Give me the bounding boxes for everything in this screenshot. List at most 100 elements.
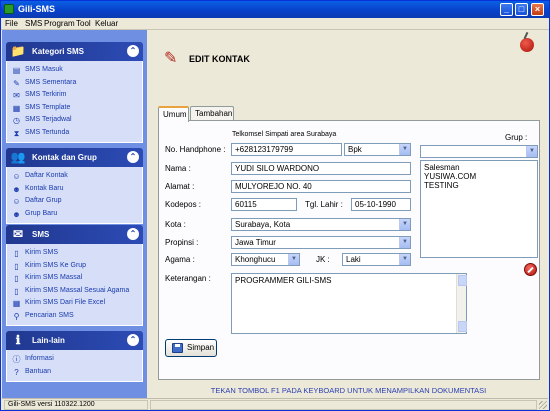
pin-icon xyxy=(520,38,534,52)
search-icon: ⚲ xyxy=(13,311,20,321)
city-select[interactable]: Surabaya, Kota ▼ xyxy=(231,218,411,231)
notes-field[interactable]: PROGRAMMER GILI-SMS xyxy=(231,273,467,334)
sidebar-item-informasi[interactable]: ⓘ Informasi xyxy=(7,353,142,366)
notes-scrollbar[interactable] xyxy=(456,274,467,333)
panel-header[interactable]: 📁 Kategori SMS ⌃ xyxy=(6,42,143,61)
tab-tambahan[interactable]: Tambahan xyxy=(190,106,234,121)
phone-field[interactable]: +628123179799 xyxy=(231,143,342,156)
edit-contact-icon: ✎ xyxy=(164,50,178,67)
sidebar-item-kirim-sms-excel[interactable]: ▦ Kirim SMS Dari File Excel xyxy=(7,297,142,310)
close-button[interactable]: × xyxy=(531,3,544,16)
menu-file[interactable]: File xyxy=(5,19,18,28)
maximize-button[interactable]: □ xyxy=(515,3,528,16)
sidebar-item-label: SMS Template xyxy=(25,103,71,111)
new-group-icon: ☻ xyxy=(12,209,21,219)
group-list[interactable]: Salesman YUSIWA.COM TESTING xyxy=(420,160,538,258)
collapse-icon[interactable]: ⌃ xyxy=(127,45,139,57)
birthdate-field[interactable]: 05-10-1990 xyxy=(351,198,411,211)
panel-header[interactable]: ✉ SMS ⌃ xyxy=(6,225,143,244)
send-icon: ▯ xyxy=(14,249,19,258)
birthdate-label: Tgl. Lahir : xyxy=(305,200,343,209)
panel-kategori-sms: 📁 Kategori SMS ⌃ ▤ SMS Masuk ✎ SMS Sementa… xyxy=(6,42,143,143)
sidebar-item-kontak-baru[interactable]: ☻ Kontak Baru xyxy=(7,183,142,196)
gender-select[interactable]: Laki ▼ xyxy=(342,253,411,266)
main-content: ✎ EDIT KONTAK Umum Tambahan Telkomsel Si… xyxy=(149,30,548,398)
religion-select-value: Khonghucu xyxy=(235,255,276,264)
sidebar-item-label: Kirim SMS xyxy=(25,249,59,256)
province-select[interactable]: Jawa Timur ▼ xyxy=(231,236,411,249)
menu-tool[interactable]: Tool xyxy=(76,19,91,28)
list-item[interactable]: TESTING xyxy=(424,181,534,190)
list-item[interactable]: Salesman xyxy=(424,163,534,172)
window-title: Gili-SMS xyxy=(18,4,56,14)
menu-keluar[interactable]: Keluar xyxy=(95,19,118,28)
title-bar[interactable]: Gili-SMS _ □ × xyxy=(1,1,549,18)
panel-header[interactable]: ℹ Lain-lain ⌃ xyxy=(6,331,143,350)
resize-grip[interactable] xyxy=(539,401,547,409)
chevron-down-icon[interactable]: ▼ xyxy=(399,254,410,265)
sidebar-item-sms-sementara[interactable]: ✎ SMS Sementara xyxy=(7,77,142,90)
folder-icon: 📁 xyxy=(10,44,26,58)
collapse-icon[interactable]: ⌃ xyxy=(127,228,139,240)
name-field[interactable]: YUDI SILO WARDONO xyxy=(231,162,411,175)
chevron-down-icon[interactable]: ▼ xyxy=(399,237,410,248)
status-bar: Gili-SMS versi 110322.1200 xyxy=(2,398,548,410)
send-mass-icon: ▯ xyxy=(14,274,19,283)
tab-umum[interactable]: Umum xyxy=(158,106,189,122)
panel-body: ⓘ Informasi ? Bantuan xyxy=(6,350,143,382)
new-contact-icon: ☻ xyxy=(12,184,21,194)
panel-header[interactable]: 👥 Kontak dan Grup ⌃ xyxy=(6,148,143,167)
sidebar-item-kirim-sms[interactable]: ▯ Kirim SMS xyxy=(7,247,142,260)
postal-field[interactable]: 60115 xyxy=(231,198,297,211)
sidebar-item-bantuan[interactable]: ? Bantuan xyxy=(7,366,142,379)
sidebar-item-sms-tertunda[interactable]: ⧗ SMS Tertunda xyxy=(7,127,142,140)
save-button[interactable]: Simpan xyxy=(165,339,217,357)
religion-select[interactable]: Khonghucu ▼ xyxy=(231,253,300,266)
page-title: EDIT KONTAK xyxy=(189,54,250,64)
disk-icon xyxy=(172,343,183,353)
menu-sms[interactable]: SMS xyxy=(25,19,42,28)
remove-group-button[interactable] xyxy=(524,263,537,276)
name-label: Nama : xyxy=(165,164,191,173)
province-label: Propinsi : xyxy=(165,238,199,247)
title-select[interactable]: Bpk ▼ xyxy=(344,143,411,156)
sidebar-item-kirim-sms-massal[interactable]: ▯ Kirim SMS Massal xyxy=(7,272,142,285)
sidebar-item-label: Bantuan xyxy=(25,367,52,375)
sidebar-item-label: Daftar Kontak xyxy=(25,172,68,179)
menu-bar: File SMS Program Tool Keluar xyxy=(1,18,549,30)
minimize-button[interactable]: _ xyxy=(500,3,513,16)
sidebar-item-sms-template[interactable]: ▦ SMS Template xyxy=(7,102,142,115)
help-icon: ? xyxy=(14,367,19,377)
sidebar-item-pencarian-sms[interactable]: ⚲ Pencarian SMS xyxy=(7,310,142,323)
phone-label: No. Handphone : xyxy=(165,145,226,154)
sidebar-item-sms-masuk[interactable]: ▤ SMS Masuk xyxy=(7,64,142,77)
sidebar-item-kirim-sms-agama[interactable]: ▯ Kirim SMS Massal Sesuai Agama xyxy=(7,285,142,298)
chevron-down-icon[interactable]: ▼ xyxy=(526,146,537,157)
panel-title: Kontak dan Grup xyxy=(32,153,97,162)
sidebar-item-kirim-sms-grup[interactable]: ▯ Kirim SMS Ke Grup xyxy=(7,260,142,273)
sidebar-item-label: Kirim SMS Massal Sesuai Agama xyxy=(25,286,130,294)
list-item[interactable]: YUSIWA.COM xyxy=(424,172,534,181)
sidebar-item-grup-baru[interactable]: ☻ Grup Baru xyxy=(7,208,142,221)
chevron-down-icon[interactable]: ▼ xyxy=(399,219,410,230)
sidebar-item-daftar-grup[interactable]: ☺ Daftar Grup xyxy=(7,195,142,208)
collapse-icon[interactable]: ⌃ xyxy=(127,151,139,163)
panel-body: ▤ SMS Masuk ✎ SMS Sementara ✉ SMS Terkirim … xyxy=(6,61,143,143)
contact-list-icon: ☺ xyxy=(12,172,21,181)
gender-select-value: Laki xyxy=(346,255,361,264)
group-select[interactable]: ▼ xyxy=(420,145,538,158)
address-field[interactable]: MULYOREJO NO. 40 xyxy=(231,180,411,193)
city-select-value: Surabaya, Kota xyxy=(235,220,291,229)
sidebar-item-sms-terjadwal[interactable]: ◷ SMS Terjadwal xyxy=(7,114,142,127)
pending-icon: ⧗ xyxy=(13,128,20,138)
collapse-icon[interactable]: ⌃ xyxy=(127,334,139,346)
envelope-icon: ✉ xyxy=(12,227,24,241)
notes-text: PROGRAMMER GILI-SMS xyxy=(235,276,332,285)
sidebar-item-daftar-kontak[interactable]: ☺ Daftar Kontak xyxy=(7,170,142,183)
sidebar-item-sms-terkirim[interactable]: ✉ SMS Terkirim xyxy=(7,89,142,102)
chevron-down-icon[interactable]: ▼ xyxy=(399,144,410,155)
sidebar-item-label: SMS Sementara xyxy=(25,78,77,86)
chevron-down-icon[interactable]: ▼ xyxy=(288,254,299,265)
menu-program[interactable]: Program xyxy=(44,19,75,28)
sidebar-item-label: Kirim SMS Massal xyxy=(25,274,83,281)
